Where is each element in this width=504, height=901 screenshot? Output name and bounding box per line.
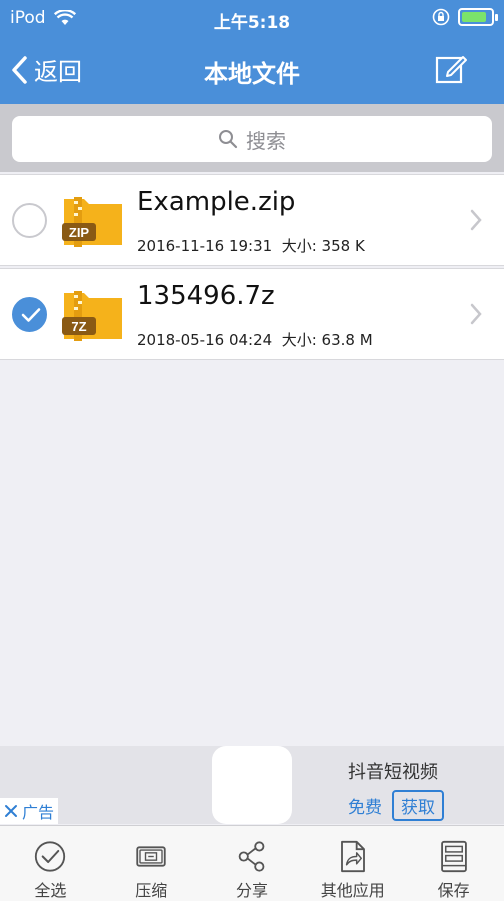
share-label: 分享 <box>235 881 268 900</box>
status-time: 上午5:18 <box>213 13 291 33</box>
ad-free-label: 免费 <box>348 798 382 818</box>
ad-banner[interactable]: 广告 抖音短视频 免费 获取 <box>0 746 504 824</box>
ad-badge[interactable]: 广告 <box>0 798 59 824</box>
file-list: ZIP Example.zip 2016-11-16 19:31 大小: 358… <box>0 174 504 362</box>
compress-label: 压缩 <box>135 881 168 900</box>
file-datetime: 2016-11-16 19:31 <box>137 237 273 255</box>
save-icon <box>440 840 467 873</box>
search-placeholder: 搜索 <box>246 128 286 153</box>
file-meta: 2016-11-16 19:31 大小: 358 K <box>137 235 365 256</box>
save-button[interactable]: 保存 <box>403 826 504 901</box>
nav-bar: 返回 本地文件 <box>0 36 504 104</box>
file-datetime: 2018-05-16 04:24 <box>137 331 273 349</box>
search-input[interactable]: 搜索 <box>12 116 492 162</box>
page-title: 本地文件 <box>204 60 300 88</box>
search-bar-area: 搜索 <box>0 104 504 172</box>
search-icon <box>219 130 238 149</box>
compress-icon <box>136 846 166 867</box>
checkmark-icon <box>21 308 41 322</box>
check-circle-icon <box>35 841 66 872</box>
file-name: Example.zip <box>137 187 296 217</box>
file-name: 135496.7z <box>137 281 275 311</box>
status-right <box>432 8 498 26</box>
status-bar: iPod 上午5:18 <box>0 0 504 36</box>
7z-folder-icon: 7Z <box>62 291 122 341</box>
orientation-lock-icon <box>432 8 450 26</box>
ad-app-name: 抖音短视频 <box>348 762 438 783</box>
ad-label: 广告 <box>22 803 55 822</box>
file-meta: 2018-05-16 04:24 大小: 63.8 M <box>137 329 373 350</box>
file-type-badge: 7Z <box>71 319 86 334</box>
battery-icon <box>458 8 498 26</box>
zip-folder-icon: ZIP <box>62 197 122 247</box>
open-in-icon <box>340 840 365 873</box>
chevron-right-icon <box>470 303 482 325</box>
open-in-label: 其他应用 <box>320 881 385 900</box>
file-row[interactable]: ZIP Example.zip 2016-11-16 19:31 大小: 358… <box>0 174 504 266</box>
select-all-button[interactable]: 全选 <box>0 826 101 901</box>
open-in-button[interactable]: 其他应用 <box>302 826 403 901</box>
file-type-badge: ZIP <box>69 225 90 240</box>
top-bar: iPod 上午5:18 返回 本地文件 <box>0 0 504 104</box>
compress-button[interactable]: 压缩 <box>101 826 202 901</box>
share-button[interactable]: 分享 <box>202 826 303 901</box>
save-label: 保存 <box>437 881 470 900</box>
close-icon[interactable] <box>4 804 18 818</box>
edit-icon[interactable] <box>434 52 468 86</box>
bottom-toolbar: 全选 压缩 分享 其他应用 保存 <box>0 825 504 901</box>
file-size: 大小: 358 K <box>281 237 365 255</box>
ad-get-button[interactable]: 获取 <box>392 790 444 821</box>
file-size: 大小: 63.8 M <box>281 331 373 349</box>
ad-app-icon[interactable] <box>212 746 292 824</box>
chevron-right-icon <box>470 209 482 231</box>
share-icon <box>238 841 265 872</box>
select-all-label: 全选 <box>34 881 67 900</box>
select-checkbox[interactable] <box>12 203 47 238</box>
select-checkbox-checked[interactable] <box>12 297 47 332</box>
file-row[interactable]: 7Z 135496.7z 2018-05-16 04:24 大小: 63.8 M <box>0 268 504 360</box>
